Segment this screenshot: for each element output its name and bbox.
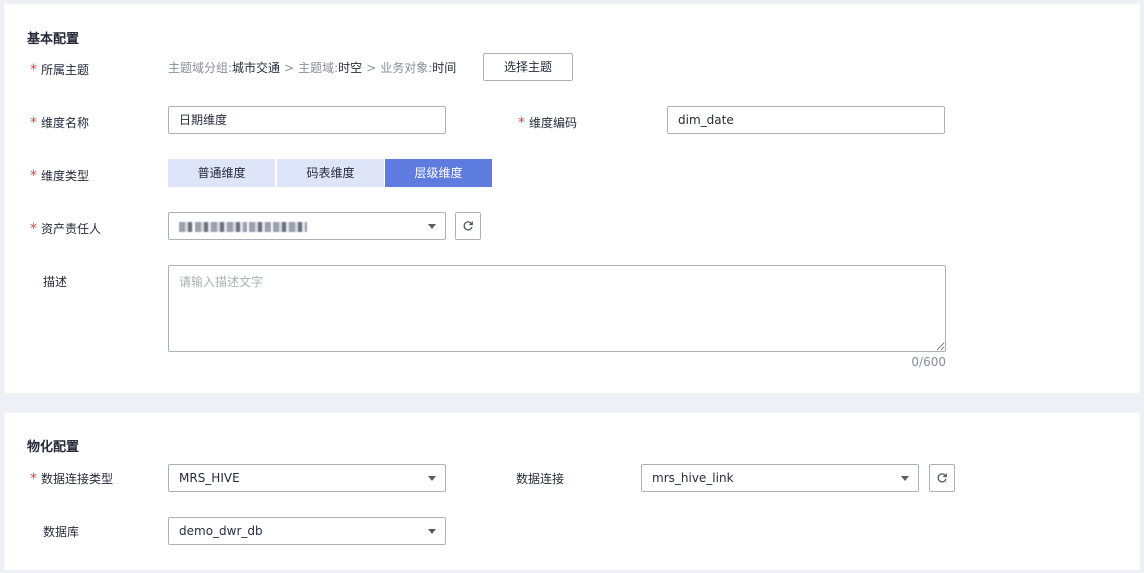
subject-domain-key: 主题域: [298,61,339,75]
conn-type-select[interactable]: MRS_HIVE [168,464,446,492]
required-mark: * [30,115,37,131]
subject-group-value: 城市交通 [232,61,281,75]
owner-label-text: 资产责任人 [41,222,102,236]
subject-breadcrumb: 主题域分组:城市交通 > 主题域:时空 > 业务对象:时间 [168,59,456,76]
dim-name-label-text: 维度名称 [41,116,90,130]
owner-label: * 资产责任人 [30,220,101,237]
database-label: 数据库 [43,525,80,539]
owner-redacted-value [179,214,309,240]
chevron-down-icon [428,529,436,534]
subject-object-value: 时间 [432,61,457,75]
dim-code-label: * 维度编码 [518,114,577,131]
connection-refresh-button[interactable] [929,464,955,492]
database-select[interactable]: demo_dwr_db [168,517,446,545]
physical-config-panel: 物化配置 * 数据连接类型 MRS_HIVE 数据连接 mrs_hive_link… [4,413,1140,570]
refresh-icon [463,221,474,231]
required-mark: * [30,221,37,237]
subject-group-key: 主题域分组: [168,61,233,75]
conn-type-value: MRS_HIVE [179,471,240,485]
subject-domain-value: 时空 [338,61,363,75]
basic-config-title: 基本配置 [27,32,80,47]
conn-type-label: * 数据连接类型 [30,470,113,487]
required-mark: * [30,168,37,184]
dim-type-label: * 维度类型 [30,167,89,184]
chevron-down-icon [428,224,436,229]
breadcrumb-separator: > [284,61,295,75]
connection-label: 数据连接 [516,472,565,486]
dim-type-option-codetable[interactable]: 码表维度 [277,159,384,187]
description-label: 描述 [43,275,68,289]
subject-label: * 所属主题 [30,61,89,78]
chevron-down-icon [901,476,909,481]
required-mark: * [30,62,37,78]
required-mark: * [30,471,37,487]
dim-type-label-text: 维度类型 [41,169,90,183]
owner-refresh-button[interactable] [455,212,481,240]
database-value: demo_dwr_db [179,524,263,538]
description-counter: 0/600 [911,355,946,369]
subject-label-text: 所属主题 [41,63,90,77]
dim-code-label-text: 维度编码 [529,116,578,130]
connection-value: mrs_hive_link [652,471,734,485]
refresh-icon [937,473,948,483]
owner-select[interactable] [168,212,446,240]
physical-config-title: 物化配置 [27,440,80,455]
required-mark: * [518,115,525,131]
dim-name-input[interactable]: 日期维度 [168,106,446,134]
dim-type-option-hierarchy[interactable]: 层级维度 [385,159,492,187]
dim-code-input[interactable]: dim_date [667,106,945,134]
select-subject-button[interactable]: 选择主题 [483,53,573,81]
subject-object-key: 业务对象: [380,61,433,75]
connection-select[interactable]: mrs_hive_link [641,464,919,492]
chevron-down-icon [428,476,436,481]
dim-name-label: * 维度名称 [30,114,89,131]
description-textarea[interactable] [168,265,946,352]
basic-config-panel: 基本配置 * 所属主题 主题域分组:城市交通 > 主题域:时空 > 业务对象:时间 选择主… [4,4,1140,393]
breadcrumb-separator: > [366,61,377,75]
conn-type-label-text: 数据连接类型 [41,472,114,486]
dim-type-option-normal[interactable]: 普通维度 [168,159,275,187]
